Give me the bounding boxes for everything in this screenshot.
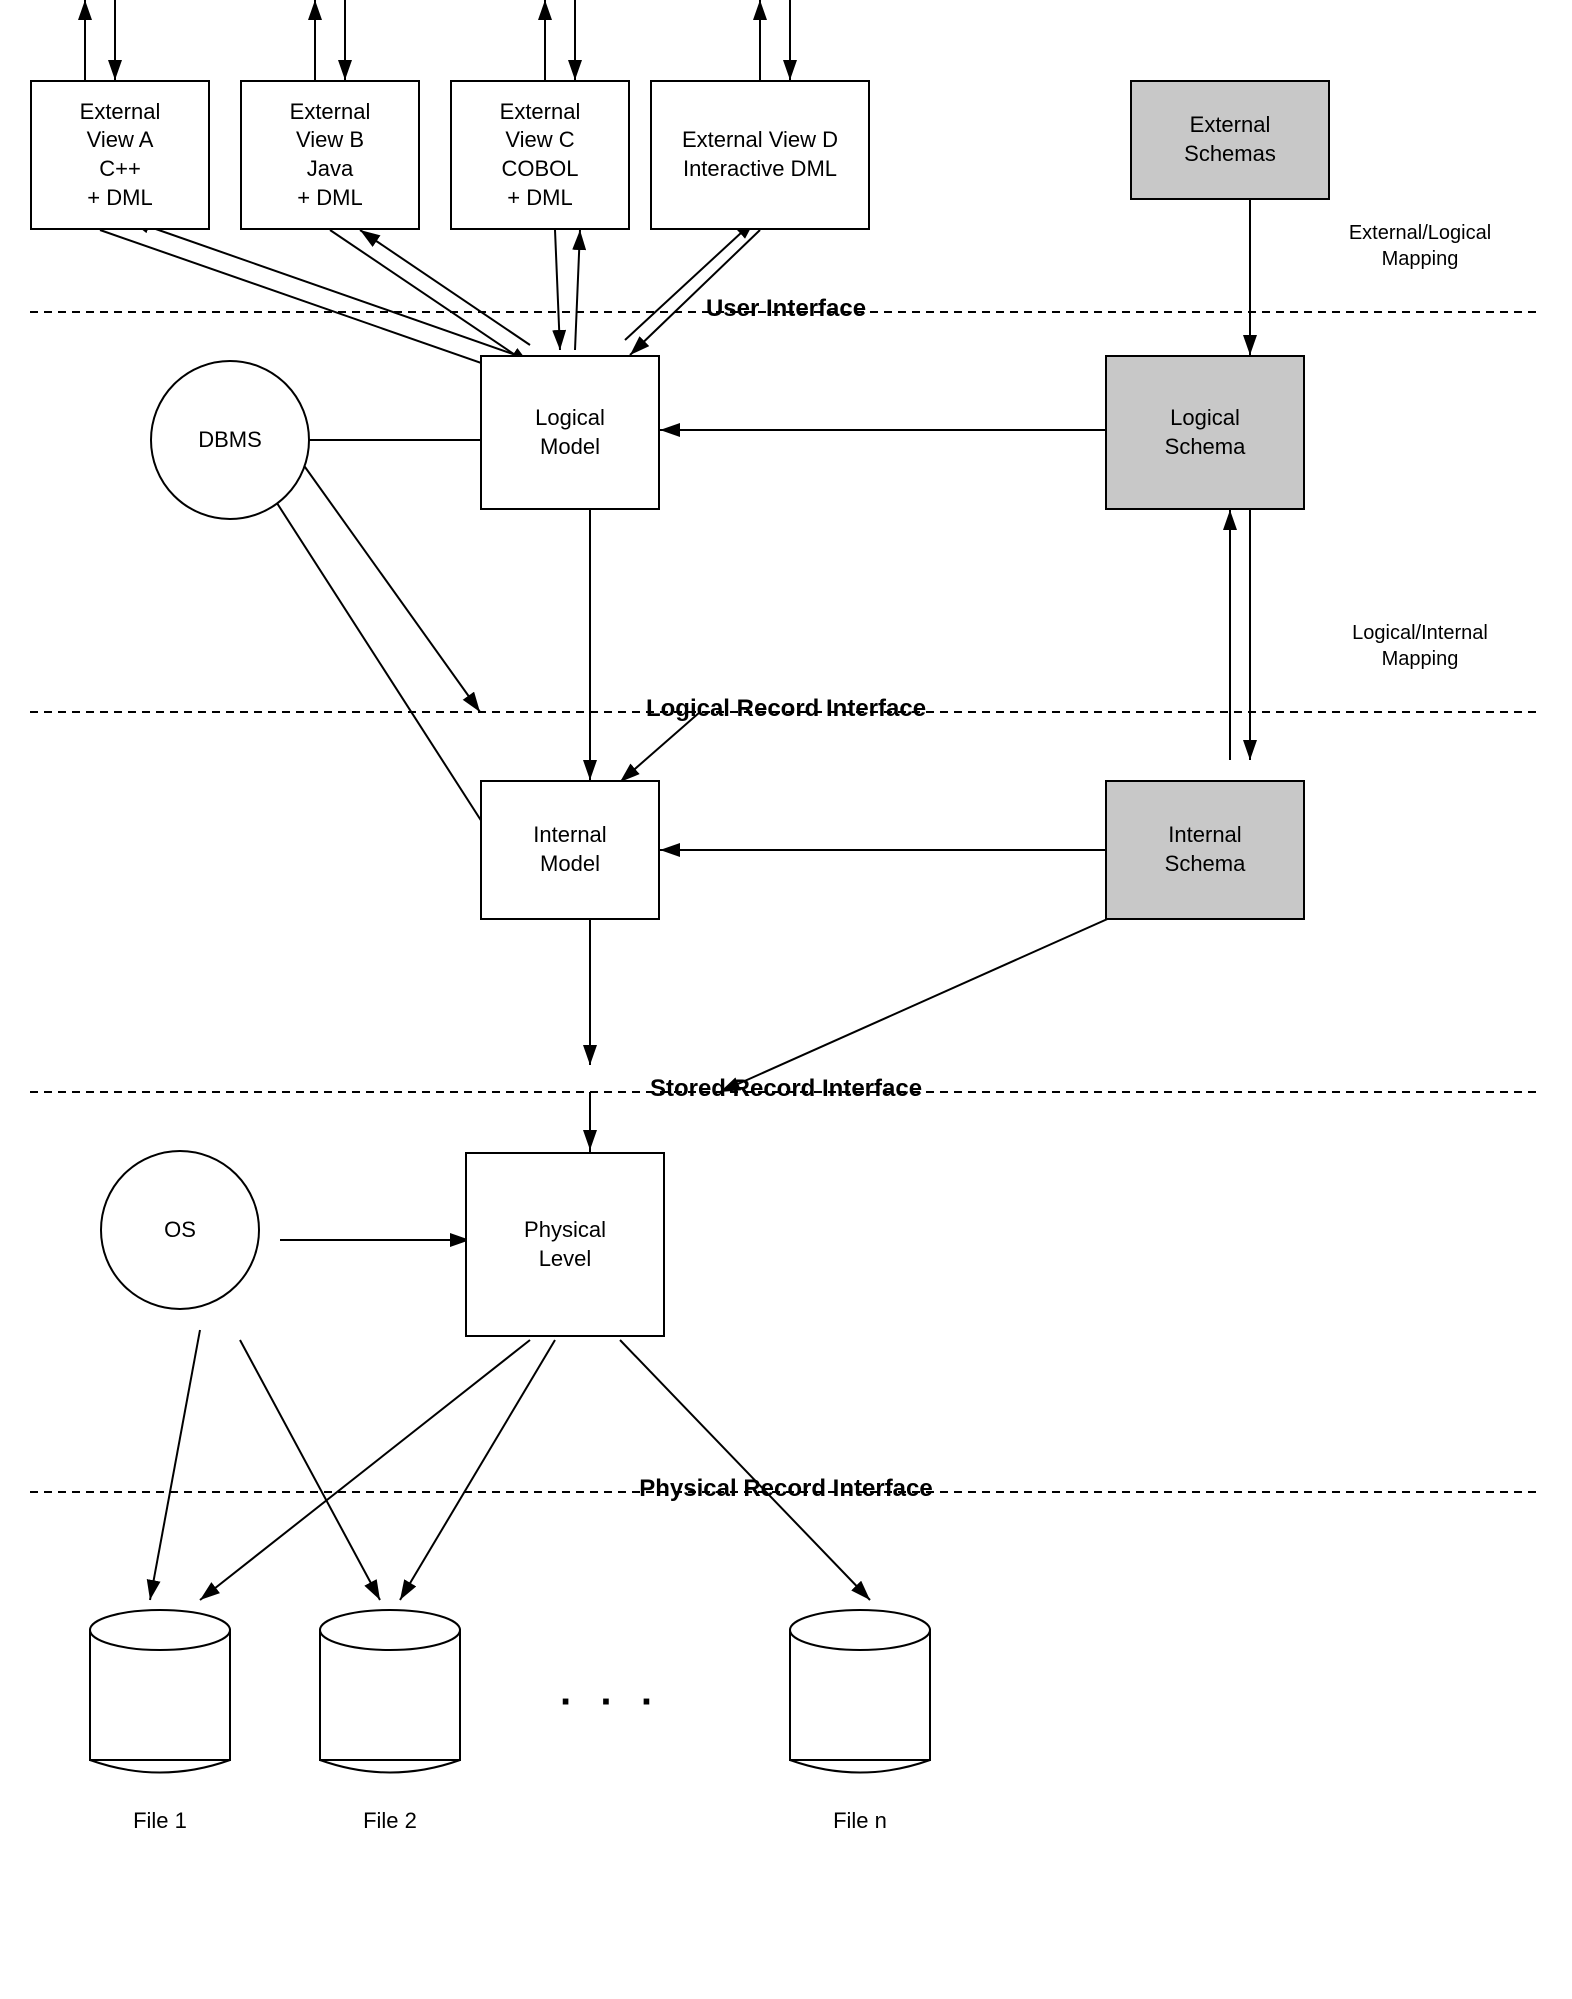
stored-record-interface-label: Stored Record Interface bbox=[650, 1075, 922, 1103]
file1-container: File 1 bbox=[80, 1600, 240, 1834]
physical-level-label: Physical Level bbox=[524, 1216, 606, 1273]
external-logical-mapping-label: External/Logical Mapping bbox=[1349, 222, 1491, 270]
external-view-d: External View D Interactive DML bbox=[650, 80, 870, 230]
logical-schema: Logical Schema bbox=[1105, 355, 1305, 510]
file1-label: File 1 bbox=[133, 1808, 187, 1834]
external-view-a-label: External View A C++ + DML bbox=[80, 98, 161, 212]
file2-label: File 2 bbox=[363, 1808, 417, 1834]
external-view-c: External View C COBOL + DML bbox=[450, 80, 630, 230]
logical-model-label: Logical Model bbox=[535, 404, 605, 461]
internal-model: Internal Model bbox=[480, 780, 660, 920]
external-logical-mapping: External/Logical Mapping bbox=[1320, 220, 1520, 272]
file1-text: File 1 bbox=[133, 1808, 187, 1833]
file1-cylinder bbox=[80, 1600, 240, 1800]
external-view-a: External View A C++ + DML bbox=[30, 80, 210, 230]
logical-model: Logical Model bbox=[480, 355, 660, 510]
external-view-c-label: External View C COBOL + DML bbox=[500, 98, 581, 212]
logical-schema-label: Logical Schema bbox=[1165, 404, 1246, 461]
physical-record-interface-text: Physical Record Interface bbox=[639, 1475, 932, 1502]
logical-record-interface-text: Logical Record Interface bbox=[646, 695, 926, 722]
file2-cylinder bbox=[310, 1600, 470, 1800]
external-view-b: External View B Java + DML bbox=[240, 80, 420, 230]
dbms-label: DBMS bbox=[198, 427, 262, 453]
logical-internal-mapping-label: Logical/Internal Mapping bbox=[1352, 622, 1488, 670]
internal-schema-label: Internal Schema bbox=[1165, 821, 1246, 878]
file2-container: File 2 bbox=[310, 1600, 470, 1834]
external-schemas: External Schemas bbox=[1130, 80, 1330, 200]
external-view-b-label: External View B Java + DML bbox=[290, 98, 371, 212]
stored-record-interface-text: Stored Record Interface bbox=[650, 1075, 922, 1102]
user-interface-text: User Interface bbox=[706, 295, 866, 322]
external-schemas-label: External Schemas bbox=[1184, 111, 1276, 168]
physical-record-interface-label: Physical Record Interface bbox=[639, 1475, 932, 1503]
logical-internal-mapping: Logical/Internal Mapping bbox=[1320, 620, 1520, 672]
diagram-container: External View A C++ + DML External View … bbox=[0, 0, 1572, 1999]
physical-level: Physical Level bbox=[465, 1152, 665, 1337]
os-circle: OS bbox=[100, 1150, 260, 1310]
logical-record-interface-label: Logical Record Interface bbox=[646, 695, 926, 723]
filen-label: File n bbox=[833, 1808, 887, 1834]
file2-text: File 2 bbox=[363, 1808, 417, 1833]
user-interface-label: User Interface bbox=[706, 295, 866, 323]
os-label: OS bbox=[164, 1217, 196, 1243]
dots-text: · · · bbox=[560, 1680, 662, 1724]
internal-schema: Internal Schema bbox=[1105, 780, 1305, 920]
file-dots: · · · bbox=[560, 1680, 662, 1725]
filen-cylinder bbox=[780, 1600, 940, 1800]
internal-model-label: Internal Model bbox=[533, 821, 606, 878]
external-view-d-label: External View D Interactive DML bbox=[682, 126, 838, 183]
dbms-circle: DBMS bbox=[150, 360, 310, 520]
filen-text: File n bbox=[833, 1808, 887, 1833]
filen-container: File n bbox=[780, 1600, 940, 1834]
